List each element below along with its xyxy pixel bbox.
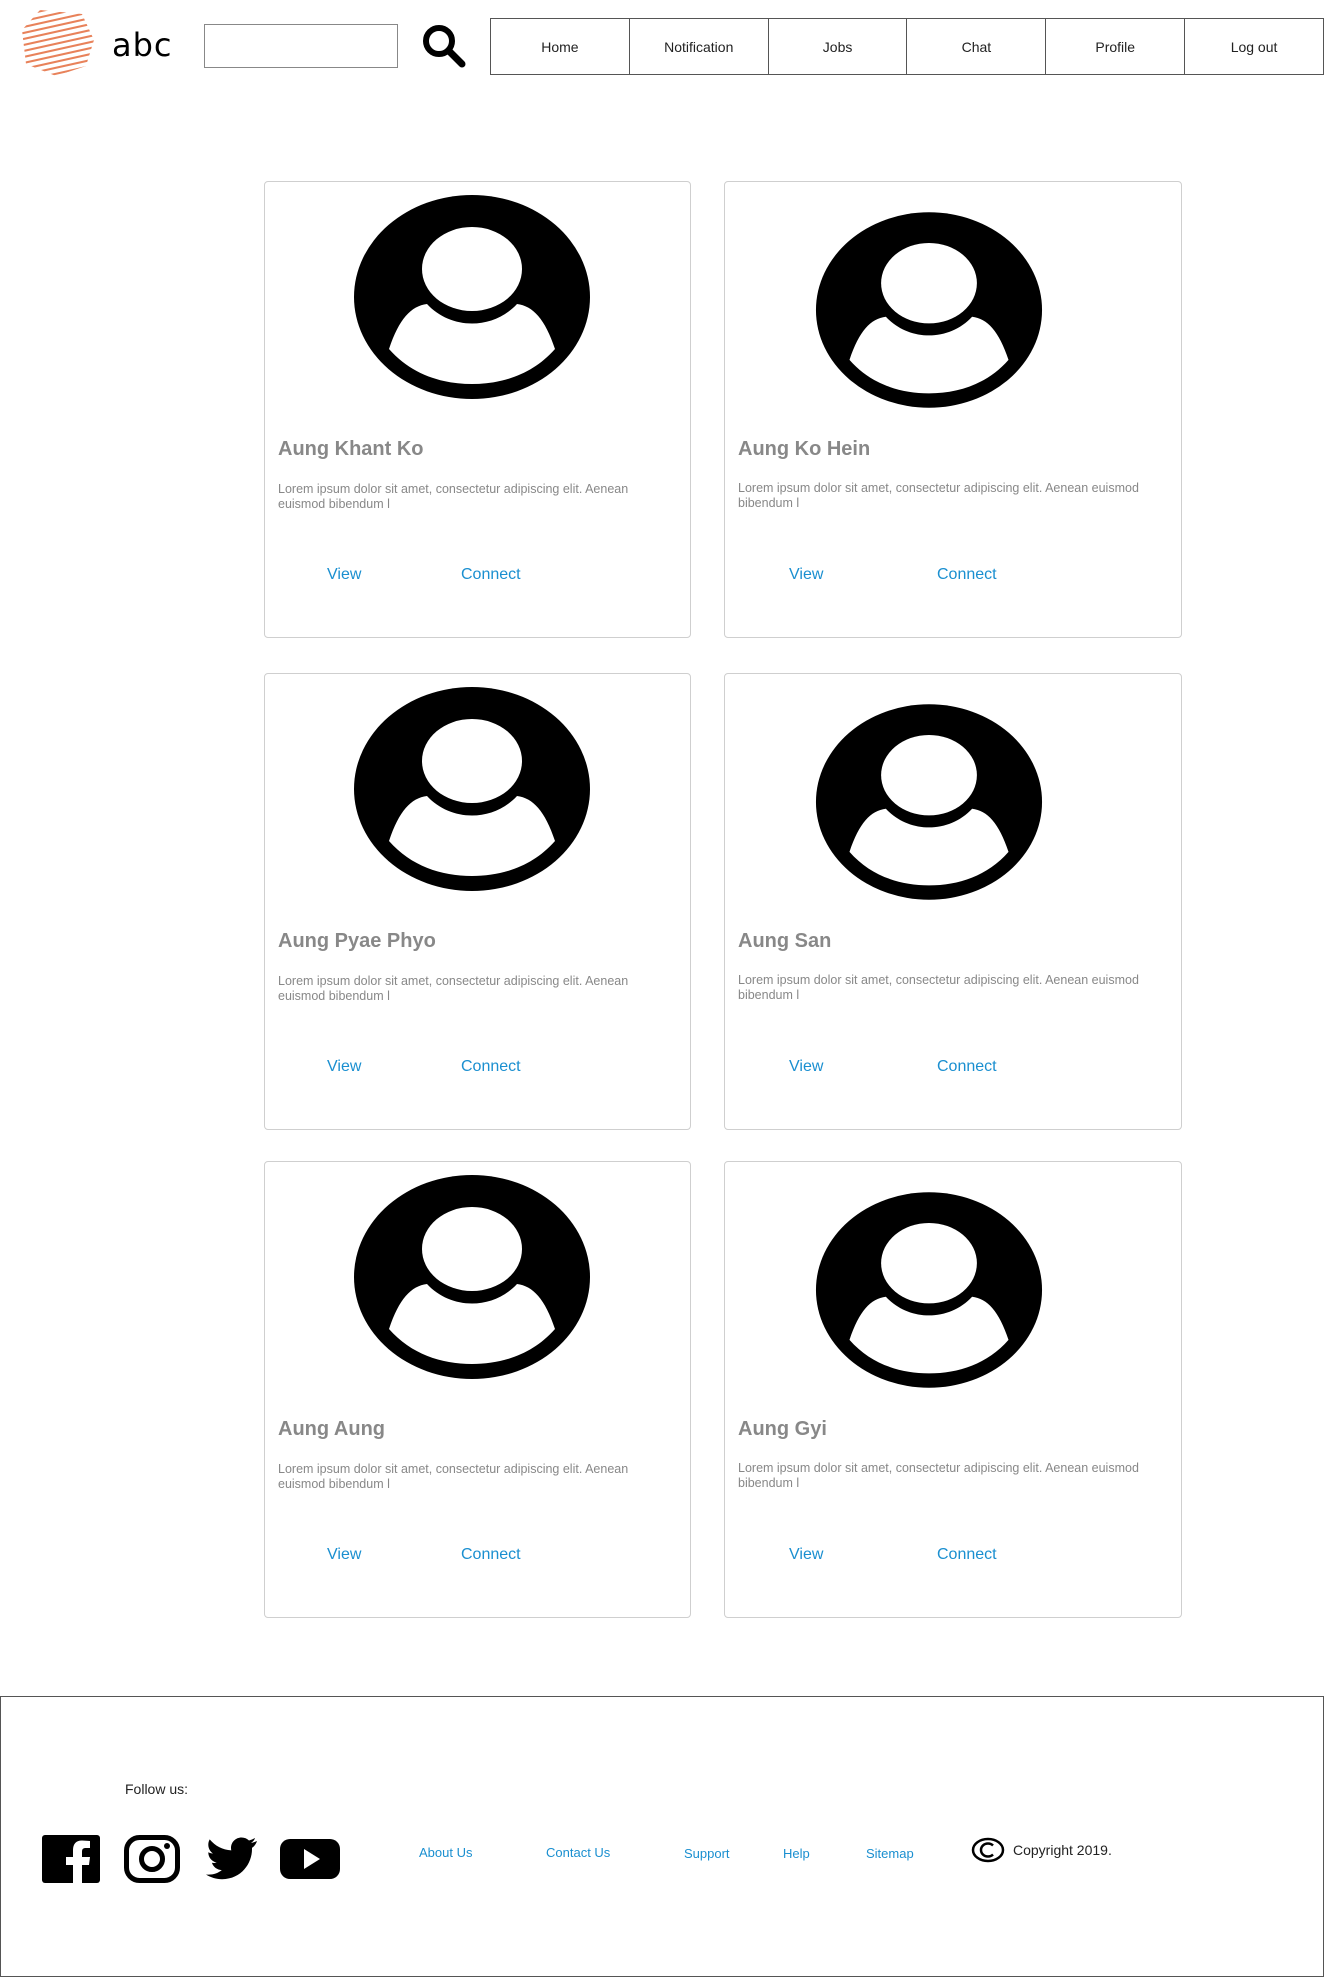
card-description: Lorem ipsum dolor sit amet, consectetur … bbox=[738, 1461, 1139, 1490]
user-avatar-icon bbox=[815, 212, 1043, 408]
nav-profile[interactable]: Profile bbox=[1046, 19, 1186, 74]
user-avatar-icon bbox=[354, 1175, 590, 1379]
view-link[interactable]: View bbox=[789, 1546, 823, 1564]
youtube-icon[interactable] bbox=[280, 1835, 340, 1883]
view-link[interactable]: View bbox=[327, 1546, 361, 1564]
footer-link-sitemap[interactable]: Sitemap bbox=[866, 1846, 914, 1861]
user-avatar-icon bbox=[815, 704, 1043, 900]
facebook-icon[interactable] bbox=[42, 1835, 100, 1883]
card-description: Lorem ipsum dolor sit amet, consectetur … bbox=[738, 481, 1139, 510]
nav-home[interactable]: Home bbox=[491, 19, 630, 74]
view-link[interactable]: View bbox=[789, 1058, 823, 1076]
twitter-icon[interactable] bbox=[204, 1835, 258, 1883]
footer-link-help[interactable]: Help bbox=[783, 1846, 810, 1861]
card-name: Aung Pyae Phyo bbox=[278, 930, 436, 952]
view-link[interactable]: View bbox=[327, 1058, 361, 1076]
profile-card: Aung Khant Ko Lorem ipsum dolor sit amet… bbox=[264, 181, 691, 638]
main-nav: Home Notification Jobs Chat Profile Log … bbox=[490, 18, 1324, 75]
nav-logout[interactable]: Log out bbox=[1185, 19, 1323, 74]
copyright-icon bbox=[971, 1837, 1005, 1863]
user-avatar-icon bbox=[354, 195, 590, 399]
card-name: Aung Gyi bbox=[738, 1418, 827, 1440]
nav-notification[interactable]: Notification bbox=[630, 19, 769, 74]
nav-jobs[interactable]: Jobs bbox=[769, 19, 908, 74]
logo[interactable]: abc bbox=[20, 8, 180, 78]
connect-link[interactable]: Connect bbox=[937, 566, 997, 584]
user-avatar-icon bbox=[354, 687, 590, 891]
connect-link[interactable]: Connect bbox=[937, 1058, 997, 1076]
search-icon bbox=[423, 25, 466, 68]
search-input[interactable] bbox=[204, 24, 398, 68]
card-description: Lorem ipsum dolor sit amet, consectetur … bbox=[278, 482, 629, 511]
user-avatar-icon bbox=[815, 1192, 1043, 1388]
card-description: Lorem ipsum dolor sit amet, consectetur … bbox=[738, 973, 1139, 1002]
card-name: Aung Ko Hein bbox=[738, 438, 871, 460]
connect-link[interactable]: Connect bbox=[937, 1546, 997, 1564]
copyright-text: Copyright 2019. bbox=[1013, 1842, 1112, 1858]
profile-card: Aung Gyi Lorem ipsum dolor sit amet, con… bbox=[724, 1161, 1182, 1618]
card-description: Lorem ipsum dolor sit amet, consectetur … bbox=[278, 974, 629, 1003]
instagram-icon[interactable] bbox=[124, 1835, 180, 1883]
profile-card: Aung Pyae Phyo Lorem ipsum dolor sit ame… bbox=[264, 673, 691, 1130]
profile-card: Aung Aung Lorem ipsum dolor sit amet, co… bbox=[264, 1161, 691, 1618]
footer: Follow us: About Us Contact Us Support H… bbox=[0, 1696, 1324, 1977]
footer-link-contact-us[interactable]: Contact Us bbox=[546, 1845, 610, 1860]
profile-card: Aung San Lorem ipsum dolor sit amet, con… bbox=[724, 673, 1182, 1130]
logo-mark-icon bbox=[22, 10, 94, 76]
footer-link-about-us[interactable]: About Us bbox=[419, 1845, 472, 1860]
connect-link[interactable]: Connect bbox=[461, 1546, 521, 1564]
profile-card: Aung Ko Hein Lorem ipsum dolor sit amet,… bbox=[724, 181, 1182, 638]
footer-link-support[interactable]: Support bbox=[684, 1846, 730, 1861]
connect-link[interactable]: Connect bbox=[461, 1058, 521, 1076]
card-name: Aung San bbox=[738, 930, 832, 952]
nav-chat[interactable]: Chat bbox=[907, 19, 1047, 74]
view-link[interactable]: View bbox=[327, 566, 361, 584]
view-link[interactable]: View bbox=[789, 566, 823, 584]
logo-text: abc bbox=[112, 26, 173, 64]
card-description: Lorem ipsum dolor sit amet, consectetur … bbox=[278, 1462, 629, 1491]
search-button[interactable] bbox=[420, 22, 468, 70]
copyright: Copyright 2019. bbox=[971, 1837, 1112, 1863]
connect-link[interactable]: Connect bbox=[461, 566, 521, 584]
follow-us-label: Follow us: bbox=[125, 1781, 189, 1797]
card-name: Aung Khant Ko bbox=[278, 438, 424, 460]
card-name: Aung Aung bbox=[278, 1418, 386, 1440]
